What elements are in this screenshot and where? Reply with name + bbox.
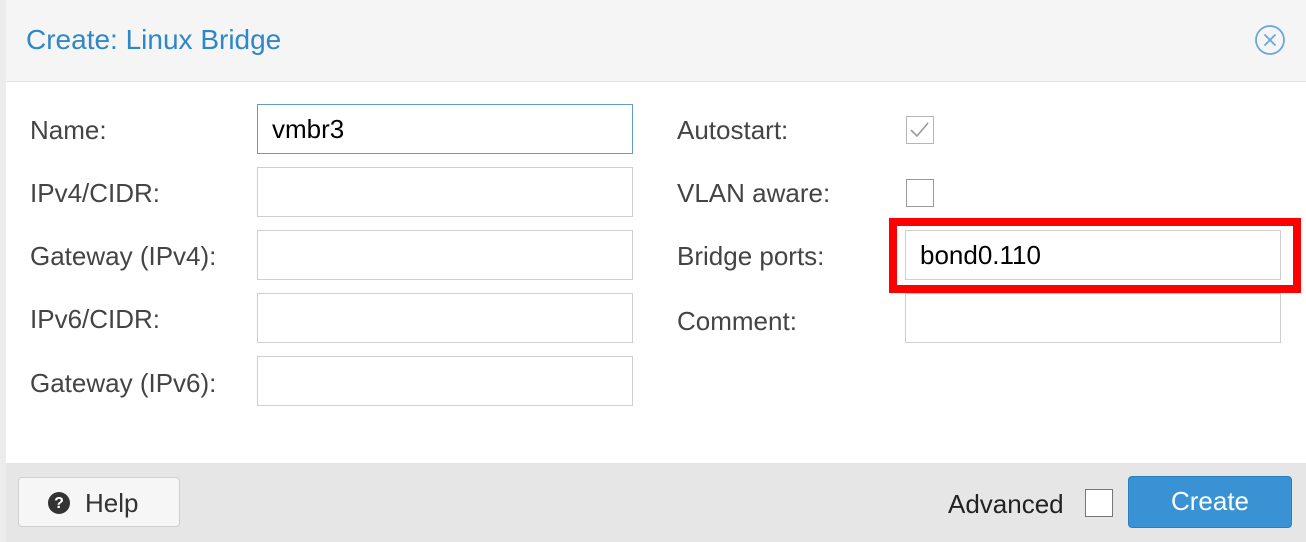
close-circle-icon [1255, 25, 1285, 55]
question-circle-icon: ? [48, 492, 70, 514]
ipv4-cidr-label: IPv4/CIDR: [30, 178, 161, 208]
ipv6-cidr-input[interactable] [257, 293, 633, 343]
comment-input[interactable] [905, 293, 1281, 343]
svg-text:?: ? [54, 495, 64, 512]
name-input[interactable] [257, 104, 633, 154]
help-button[interactable]: ? Help [18, 477, 180, 527]
comment-label: Comment: [677, 306, 797, 336]
create-button[interactable]: Create [1128, 476, 1292, 528]
advanced-label: Advanced [948, 489, 1064, 519]
bridge-ports-label: Bridge ports: [677, 241, 825, 271]
autostart-label: Autostart: [677, 115, 789, 145]
checkmark-icon [910, 122, 929, 138]
vlan-aware-checkbox[interactable] [906, 179, 934, 207]
name-label: Name: [30, 115, 107, 145]
bridge-ports-highlight-box [889, 218, 1301, 293]
dialog-title: Create: Linux Bridge [26, 24, 282, 55]
gateway-ipv6-label: Gateway (IPv6): [30, 368, 217, 398]
gateway-ipv4-label: Gateway (IPv4): [30, 241, 217, 271]
create-linux-bridge-dialog: Create: Linux Bridge Name: IPv4/CIDR: Ga… [0, 0, 1306, 542]
close-button[interactable] [1254, 24, 1286, 56]
gateway-ipv4-input[interactable] [257, 230, 633, 280]
vlan-aware-label: VLAN aware: [677, 178, 831, 208]
ipv4-cidr-input[interactable] [257, 167, 633, 217]
gateway-ipv6-input[interactable] [257, 356, 633, 406]
advanced-checkbox[interactable] [1085, 489, 1113, 517]
ipv6-cidr-label: IPv6/CIDR: [30, 304, 161, 334]
dialog-footer: ? Help Advanced Create [6, 463, 1306, 542]
help-label: Help [85, 488, 139, 518]
autostart-checkbox[interactable] [906, 116, 934, 144]
dialog-header: Create: Linux Bridge [6, 0, 1306, 82]
